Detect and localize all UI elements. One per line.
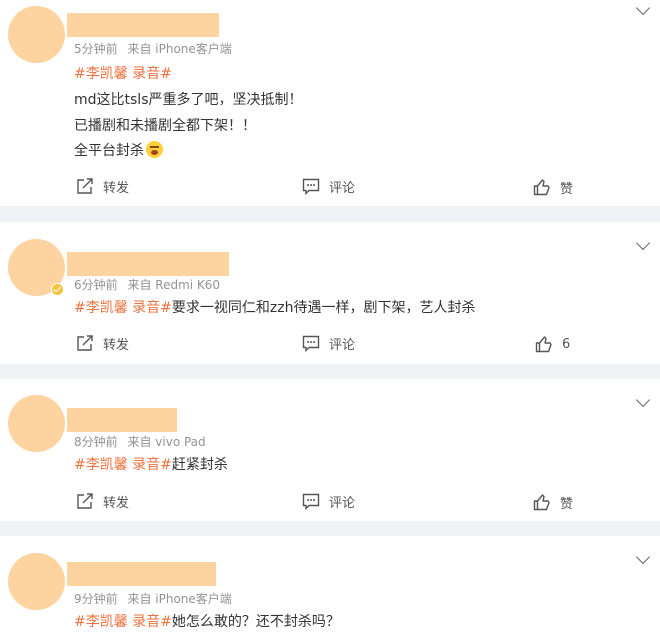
repost-label: 转发 [103,338,130,353]
comment-button[interactable]: 评论 [302,177,355,196]
comment-button[interactable]: 评论 [302,492,355,511]
like-icon [533,179,550,196]
topic-tag[interactable]: #李凯馨 录音# [74,63,172,83]
chevron-down-icon[interactable] [635,0,651,16]
username-redacted[interactable] [67,562,216,586]
topic-tag[interactable]: #李凯馨 录音# [74,300,172,316]
comment-label: 评论 [329,338,356,353]
comment-meta: 6分钟前 来自 Redmi K60 [74,276,226,293]
avatar[interactable] [8,395,65,452]
comment-text: 要求一视同仁和zzh待遇一样，剧下架，艺人封杀 [171,300,476,316]
comment-meta: 8分钟前 来自 vivo Pad [74,433,212,450]
repost-button[interactable]: 转发 [76,492,129,511]
repost-icon [77,493,93,509]
comment-text-line: 已播剧和未播剧全都下架！！ [74,118,256,134]
comment-text: 她怎么敢的？还不封杀吗？ [171,614,340,630]
comment-meta: 9分钟前 来自 iPhone客户端 [74,590,238,607]
comment-icon [302,493,320,510]
repost-label: 转发 [103,496,130,511]
username-redacted[interactable] [67,13,219,37]
like-button[interactable]: 赞 [533,178,573,197]
comment-source: 来自 vivo Pad [127,435,206,449]
comment-time: 6分钟前 [74,278,118,292]
comment-label: 评论 [329,496,356,511]
like-button[interactable]: 赞 [533,493,573,512]
like-icon [535,336,552,353]
comment-source: 来自 Redmi K60 [127,278,221,292]
repost-button[interactable]: 转发 [76,177,129,196]
comment-card: 5分钟前 来自 iPhone客户端 #李凯馨 录音# md这比tsls严重多了吧… [0,0,660,206]
topic-tag[interactable]: #李凯馨 录音# [74,457,172,473]
verified-badge-icon [51,283,64,296]
comment-text-line: #李凯馨 录音#要求一视同仁和zzh待遇一样，剧下架，艺人封杀 [74,297,476,317]
like-icon [533,494,550,511]
comment-time: 5分钟前 [74,42,118,56]
like-label: 赞 [560,182,574,197]
topic-tag[interactable]: #李凯馨 录音# [74,614,172,630]
comment-text: 赶紧封杀 [171,457,228,473]
like-count: 6 [562,337,571,352]
comment-text-line: 全平台封杀 [74,140,163,160]
repost-icon [77,335,93,351]
comment-text-line: md这比tsls严重多了吧，坚决抵制！ [74,92,303,108]
comment-card: 8分钟前 来自 vivo Pad #李凯馨 录音#赶紧封杀 转发 评论 赞 [0,379,660,521]
comment-card: 6分钟前 来自 Redmi K60 #李凯馨 录音#要求一视同仁和zzh待遇一样… [0,222,660,364]
like-button[interactable]: 6 [535,336,570,353]
username-redacted[interactable] [67,408,177,432]
comment-card: 9分钟前 来自 iPhone客户端 #李凯馨 录音#她怎么敢的？还不封杀吗？ [0,536,660,637]
comment-text-line: #李凯馨 录音#赶紧封杀 [74,454,228,474]
repost-icon [77,178,93,194]
avatar[interactable] [8,553,65,610]
comment-icon [302,178,320,195]
like-label: 赞 [560,497,574,512]
comment-text-line: #李凯馨 录音#她怎么敢的？还不封杀吗？ [74,611,340,631]
comment-label: 评论 [329,181,356,196]
chevron-down-icon[interactable] [635,549,651,565]
chevron-down-icon[interactable] [635,235,651,251]
comment-time: 8分钟前 [74,435,118,449]
repost-button[interactable]: 转发 [76,334,129,353]
comment-meta: 5分钟前 来自 iPhone客户端 [74,40,238,57]
comment-source: 来自 iPhone客户端 [127,592,232,606]
username-redacted[interactable] [67,252,229,276]
comment-button[interactable]: 评论 [302,334,355,353]
comment-source: 来自 iPhone客户端 [127,42,232,56]
comment-icon [302,335,320,352]
avatar[interactable] [8,6,65,63]
scream-emoji-icon [146,141,163,158]
chevron-down-icon[interactable] [635,392,651,408]
repost-label: 转发 [103,181,130,196]
comment-time: 9分钟前 [74,592,118,606]
